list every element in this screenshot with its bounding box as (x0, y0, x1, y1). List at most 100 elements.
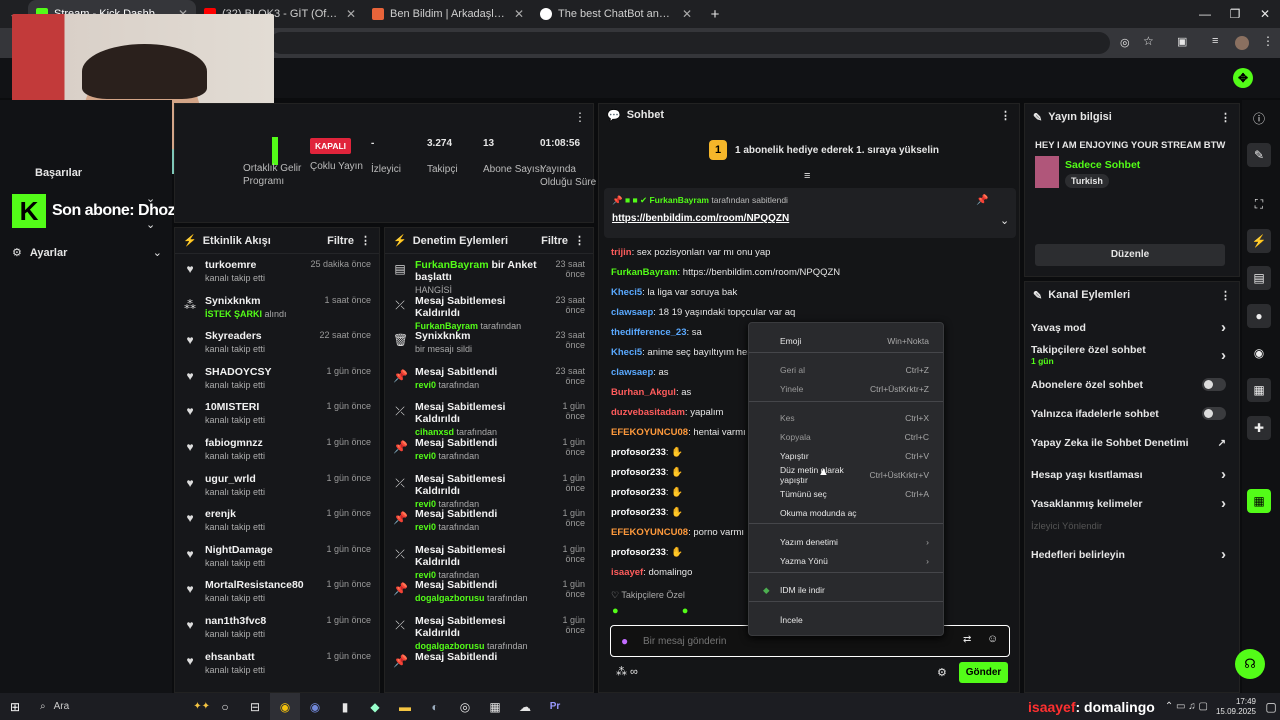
discord-icon[interactable]: ◉ (300, 693, 330, 720)
menu-icon[interactable]: ≡ (1212, 35, 1218, 47)
app-icon[interactable]: ◆ (360, 693, 390, 720)
windows-start-icon[interactable]: ⊞ (0, 693, 30, 720)
task-view-icon[interactable]: ○ (210, 693, 240, 720)
edit-button[interactable]: Düzenle (1035, 244, 1225, 266)
close-icon[interactable]: ✕ (346, 7, 356, 21)
bot-tools-icon[interactable]: ⁂ ∞ (616, 665, 638, 678)
bolt-icon[interactable]: ⚡ (1247, 229, 1271, 253)
stream-category[interactable]: Sadece Sohbet (1065, 159, 1140, 171)
minimize-icon[interactable]: — (1190, 1, 1220, 28)
support-icon[interactable]: ☊ (1235, 649, 1265, 679)
more-icon[interactable]: ⋮ (1220, 111, 1231, 124)
nav-item-achievements[interactable]: Başarılar (35, 167, 82, 179)
extensions-icon[interactable]: ▣ (1177, 35, 1187, 48)
close-icon[interactable]: ✕ (682, 7, 692, 21)
send-button[interactable]: Gönder (959, 662, 1008, 683)
epic-icon[interactable]: ▮ (330, 693, 360, 720)
translate-icon[interactable]: ⇄ (963, 634, 971, 645)
tab-2[interactable]: Ben Bildim | Arkadaşlarınla Onl ✕ (364, 0, 532, 28)
emoji-icon[interactable]: ☺ (987, 633, 998, 645)
chat-username[interactable]: profosor233 (611, 467, 666, 478)
tray-icons[interactable]: ⌃ ▭ ♫ ▢ (1165, 701, 1208, 712)
chat-username[interactable]: FurkanBayram (611, 267, 678, 278)
moderation-item[interactable]: ⤫ Mesaj Sabitlemesi Kaldırıldı dogalgazbor… (385, 610, 593, 651)
cloud-app-icon[interactable]: ☁ (510, 693, 540, 720)
grid-app-icon[interactable]: ▦ (480, 693, 510, 720)
chat-username[interactable]: Burhan_Akgul (611, 387, 676, 398)
toggle-switch[interactable] (1202, 378, 1226, 391)
gear-icon[interactable]: ⚙ (937, 666, 947, 679)
context-menu-item[interactable]: Kes Ctrl+X (749, 409, 943, 427)
clapper-icon[interactable]: ▦ (1247, 489, 1271, 513)
chat-username[interactable]: profosor233 (611, 447, 666, 458)
context-menu-item[interactable]: Kopyala Ctrl+C (749, 428, 943, 446)
chat-username[interactable]: isaayef (611, 567, 643, 578)
chat-username[interactable]: profosor233 (611, 547, 666, 558)
chat-username[interactable]: EFEKOYUNCU08 (611, 527, 688, 538)
pencil-icon[interactable]: ✎ (1247, 143, 1271, 167)
chat-username[interactable]: thedifference_23 (611, 327, 687, 338)
chat-username[interactable]: Kheci5 (611, 347, 642, 358)
notification-icon[interactable]: ▢ (1262, 693, 1280, 720)
chat-username[interactable]: Kheci5 (611, 287, 642, 298)
chat-username[interactable]: clawsaep (611, 307, 653, 318)
chat-username[interactable]: profosor233 (611, 487, 666, 498)
context-menu-item[interactable]: Yazma Yönü › (749, 552, 943, 570)
tab-3[interactable]: The best ChatBot and Widgets ✕ (532, 0, 700, 28)
widgets-icon[interactable]: ⊟ (240, 693, 270, 720)
more-icon[interactable]: ⋮ (574, 110, 586, 124)
channel-action-item[interactable]: Abonelere özel sohbet (1031, 378, 1226, 391)
context-menu-item[interactable]: ◆ IDM ile indir (749, 581, 943, 599)
chevron-down-icon[interactable]: ⌄ (1000, 214, 1009, 227)
restore-icon[interactable]: ❐ (1220, 1, 1250, 28)
context-menu-item[interactable]: Yapıştır Ctrl+V (749, 447, 943, 465)
channel-action-item[interactable]: Yavaş mod › (1031, 319, 1226, 336)
chat-icon[interactable]: ● (1247, 304, 1271, 328)
context-menu-item[interactable]: Emoji Win+Nokta (749, 332, 943, 350)
chevron-down-icon[interactable]: ⌄ (146, 192, 155, 205)
more-icon[interactable]: ⋮ (1220, 289, 1231, 302)
clock[interactable]: 17:49 15.09.2025 (1216, 697, 1256, 717)
channel-action-item[interactable]: Yapay Zeka ile Sohbet Denetimi ↗ (1031, 437, 1226, 449)
context-menu-item[interactable]: Yazım denetimi › (749, 533, 943, 551)
obs-icon[interactable]: ◎ (450, 693, 480, 720)
mic-icon[interactable]: ● (621, 634, 628, 648)
channel-action-item[interactable]: Hesap yaşı kısıtlaması › (1031, 466, 1226, 483)
sub-promo[interactable]: 1 1 abonelik hediye ederek 1. sıraya yük… (709, 140, 939, 160)
folder-icon[interactable]: ▬ (390, 693, 420, 720)
taskbar-search[interactable]: ⌕ Ara ✦✦ (30, 696, 210, 718)
moderation-item[interactable]: 📌 Mesaj Sabitlendi (385, 646, 593, 682)
pinned-link[interactable]: https://benbildim.com/room/NPQQZN (612, 213, 789, 224)
url-input[interactable] (270, 32, 1110, 54)
context-menu-item[interactable]: Tümünü seç Ctrl+A (749, 485, 943, 503)
layout-icon[interactable]: ▦ (1247, 378, 1271, 402)
channel-action-item[interactable]: Hedefleri belirleyin › (1031, 546, 1226, 563)
bookmark-star-icon[interactable]: ☆ (1143, 34, 1154, 48)
chat-username[interactable]: clawsaep (611, 367, 653, 378)
filter-lines-icon[interactable]: ≡ (804, 170, 810, 182)
channel-action-item[interactable]: Yasaklanmış kelimeler › (1031, 495, 1226, 512)
channel-action-item[interactable]: Takipçilere özel sohbet 1 gün › (1031, 344, 1226, 366)
window-close-icon[interactable]: ✕ (1250, 1, 1280, 28)
more-icon[interactable]: ⋮ (1262, 34, 1274, 48)
toggle-switch[interactable] (1202, 407, 1226, 420)
pin-icon[interactable]: 📌 (976, 195, 988, 206)
book-icon[interactable]: ▤ (1247, 266, 1271, 290)
context-menu-item[interactable]: Okuma modunda aç (749, 504, 943, 522)
info-icon[interactable]: ⓘ (1247, 106, 1271, 130)
wrench-icon[interactable]: ✚ (1247, 416, 1271, 440)
chrome-icon[interactable]: ◉ (270, 693, 300, 720)
new-tab-icon[interactable]: + (700, 1, 730, 28)
close-icon[interactable]: ✕ (514, 7, 524, 21)
more-icon[interactable]: ⋮ (1000, 109, 1011, 122)
fullscreen-icon[interactable]: ⛶ (1247, 192, 1271, 216)
steam-icon[interactable]: ◐ (420, 693, 450, 720)
channel-action-item[interactable]: Yalnızca ifadelerle sohbet (1031, 407, 1226, 420)
chat-username[interactable]: profosor233 (611, 507, 666, 518)
chat-username[interactable]: duzvebasitadam (611, 407, 685, 418)
context-menu-item[interactable]: Geri al Ctrl+Z (749, 361, 943, 379)
context-menu-item[interactable]: İncele (749, 611, 943, 629)
kick-logo-icon[interactable]: ✥ (1233, 68, 1253, 88)
profile-avatar[interactable] (1235, 36, 1249, 50)
pinned-user[interactable]: FurkanBayram (649, 195, 709, 205)
